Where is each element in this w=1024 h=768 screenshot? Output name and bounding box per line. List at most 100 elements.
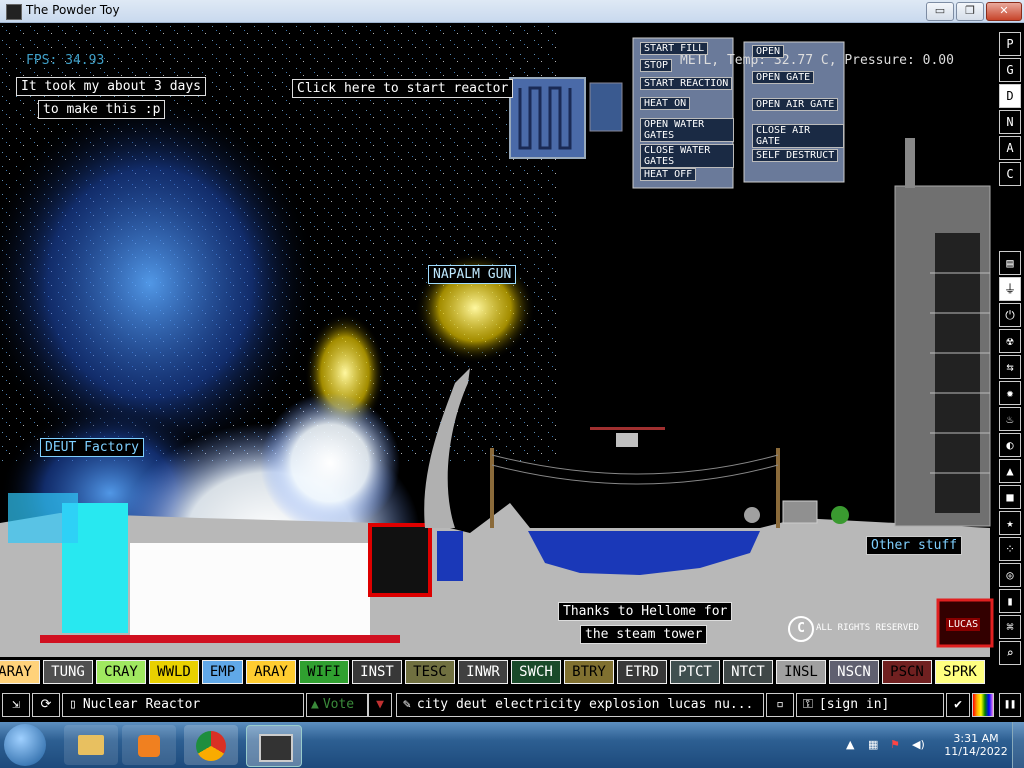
- element-sprk[interactable]: SPRK: [935, 660, 985, 684]
- element-nscn[interactable]: NSCN: [829, 660, 879, 684]
- label-thanks-2: the steam tower: [580, 625, 708, 644]
- reactor-button-4[interactable]: OPEN WATER GATES: [640, 118, 734, 142]
- label-days-2: to make this :p: [38, 100, 166, 119]
- power-icon[interactable]: ⏻: [999, 303, 1021, 327]
- search-icon[interactable]: ⌕: [999, 641, 1021, 665]
- key-icon: ⚿: [803, 697, 813, 712]
- reload-icon[interactable]: ⟳: [32, 693, 60, 717]
- element-ptct[interactable]: PTCT: [670, 660, 720, 684]
- element-pscn[interactable]: PSCN: [882, 660, 932, 684]
- gate-button-4[interactable]: SELF DESTRUCT: [752, 149, 839, 162]
- label-start-reactor[interactable]: Click here to start reactor: [292, 79, 514, 98]
- tools-icon[interactable]: ⌘: [999, 615, 1021, 639]
- solid-icon[interactable]: ■: [999, 485, 1021, 509]
- label-other-stuff: Other stuff: [866, 536, 963, 555]
- simulation-canvas[interactable]: FPS: 34.93 METL, Temp: 32.77 C, Pressure…: [0, 23, 996, 657]
- toolbar-menu-icon[interactable]: ▤: [999, 251, 1021, 275]
- toolbar-button-n[interactable]: N: [999, 110, 1021, 134]
- sensor-icon[interactable]: ⇆: [999, 355, 1021, 379]
- save-icon: ▯: [69, 697, 77, 712]
- powder-toy-icon[interactable]: [246, 725, 302, 767]
- reactor-button-6[interactable]: HEAT OFF: [640, 168, 697, 181]
- clock-time: 3:31 AM: [953, 732, 999, 745]
- bottom-bar: ⇲ ⟳ ▯ Nuclear Reactor ▲ Vote ▼ ✎ city deut …: [0, 691, 996, 718]
- plug-icon[interactable]: ⏚: [999, 277, 1021, 301]
- lucas-logo: LUCAS: [946, 618, 981, 631]
- new-file-icon[interactable]: ▫: [766, 693, 794, 717]
- element-ntct[interactable]: NTCT: [723, 660, 773, 684]
- title-bar: The Powder Toy ▭ ❐ ✕: [0, 0, 1024, 23]
- color-picker-icon[interactable]: [972, 693, 994, 717]
- toolbar-button-d[interactable]: D: [999, 84, 1021, 108]
- tags-field[interactable]: ✎ city deut electricity explosion lucas n…: [396, 693, 764, 717]
- element-aray[interactable]: ARAY: [0, 660, 40, 684]
- chrome-icon[interactable]: [184, 725, 238, 765]
- sign-in-label: [sign in]: [818, 697, 890, 712]
- radiation-icon[interactable]: ☢: [999, 329, 1021, 353]
- element-btry[interactable]: BTRY: [564, 660, 614, 684]
- pause-icon[interactable]: ❚❚: [999, 693, 1021, 717]
- save-name-field[interactable]: ▯ Nuclear Reactor: [62, 693, 304, 717]
- sign-in-button[interactable]: ⚿ [sign in]: [796, 693, 944, 717]
- gas-icon[interactable]: ♨: [999, 407, 1021, 431]
- file-explorer-icon[interactable]: [64, 725, 118, 765]
- element-inwr[interactable]: INWR: [458, 660, 508, 684]
- save-name: Nuclear Reactor: [82, 697, 201, 712]
- element-swch[interactable]: SWCH: [511, 660, 561, 684]
- close-button[interactable]: ✕: [986, 2, 1022, 21]
- tag-icon: ✎: [403, 697, 411, 712]
- vote-down-button[interactable]: ▼: [368, 693, 392, 717]
- element-emp[interactable]: EMP: [202, 660, 243, 684]
- volume-icon[interactable]: ◀): [912, 738, 925, 751]
- show-desktop-button[interactable]: [1012, 722, 1024, 768]
- bookmark-icon[interactable]: ▮: [999, 589, 1021, 613]
- gate-button-3[interactable]: CLOSE AIR GATE: [752, 124, 844, 148]
- open-save-icon[interactable]: ⇲: [2, 693, 30, 717]
- media-player-icon[interactable]: [122, 725, 176, 765]
- star-icon[interactable]: ★: [999, 511, 1021, 535]
- powder-icon[interactable]: ▲: [999, 459, 1021, 483]
- system-tray: ▲ ▦ ⚑ ◀) 3:31 AM 11/14/2022: [840, 722, 1024, 768]
- element-aray[interactable]: ARAY: [246, 660, 296, 684]
- reactor-button-3[interactable]: HEAT ON: [640, 97, 691, 110]
- windows-taskbar: ▲ ▦ ⚑ ◀) 3:31 AM 11/14/2022: [0, 722, 1024, 768]
- reactor-button-5[interactable]: CLOSE WATER GATES: [640, 144, 734, 168]
- reactor-button-1[interactable]: STOP: [640, 59, 673, 72]
- action-center-icon[interactable]: ⚑: [890, 738, 900, 751]
- clock-date: 11/14/2022: [944, 745, 1008, 758]
- life-icon[interactable]: ◎: [999, 563, 1021, 587]
- reactor-button-2[interactable]: START REACTION: [640, 77, 733, 90]
- toolbar-button-g[interactable]: G: [999, 58, 1021, 82]
- vote-up-button[interactable]: ▲ Vote: [306, 693, 368, 717]
- reactor-button-0[interactable]: START FILL: [640, 42, 709, 55]
- dots-icon[interactable]: ⁘: [999, 537, 1021, 561]
- element-tung[interactable]: TUNG: [43, 660, 93, 684]
- toolbar-button-c[interactable]: C: [999, 162, 1021, 186]
- liquid-icon[interactable]: ◐: [999, 433, 1021, 457]
- element-cray[interactable]: CRAY: [96, 660, 146, 684]
- clock[interactable]: 3:31 AM 11/14/2022: [944, 732, 1008, 758]
- gate-button-1[interactable]: OPEN GATE: [752, 71, 815, 84]
- gate-button-0[interactable]: OPEN: [752, 45, 785, 58]
- toolbar-button-a[interactable]: A: [999, 136, 1021, 160]
- explosive-icon[interactable]: ✹: [999, 381, 1021, 405]
- toolbar-button-p[interactable]: P: [999, 32, 1021, 56]
- network-icon[interactable]: ▦: [868, 738, 878, 751]
- show-hidden-icon[interactable]: ▲: [846, 738, 854, 751]
- label-rights: ALL RIGHTS RESERVED: [816, 623, 919, 633]
- element-inst[interactable]: INST: [352, 660, 402, 684]
- render-options-icon[interactable]: ✔: [946, 693, 970, 717]
- element-tesc[interactable]: TESC: [405, 660, 455, 684]
- gate-button-2[interactable]: OPEN AIR GATE: [752, 98, 839, 111]
- minimize-button[interactable]: ▭: [926, 2, 954, 21]
- start-orb-icon[interactable]: [4, 724, 46, 766]
- cursor-info: METL, Temp: 32.77 C, Pressure: 0.00: [680, 53, 954, 68]
- element-wifi[interactable]: WIFI: [299, 660, 349, 684]
- tags-text: city deut electricity explosion lucas nu…: [416, 697, 754, 712]
- element-wwld[interactable]: WWLD: [149, 660, 199, 684]
- element-insl[interactable]: INSL: [776, 660, 826, 684]
- vote-label: Vote: [322, 697, 355, 712]
- label-napalm-gun: NAPALM GUN: [428, 265, 517, 284]
- element-etrd[interactable]: ETRD: [617, 660, 667, 684]
- maximize-button[interactable]: ❐: [956, 2, 984, 21]
